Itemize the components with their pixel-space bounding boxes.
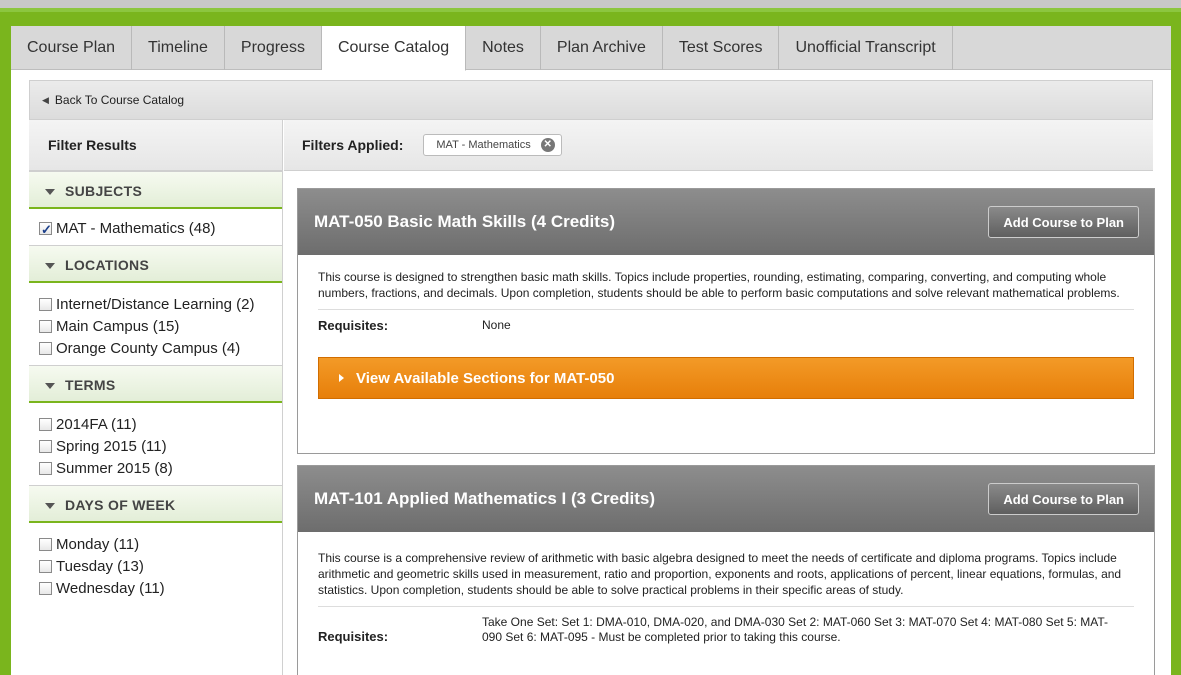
filter-option-label: Main Campus (15)	[56, 318, 180, 335]
checkbox-checked[interactable]	[39, 220, 52, 240]
terms-options: 2014FA (11) Spring 2015 (11) Summer 2015…	[29, 403, 282, 485]
filter-option[interactable]: Monday (11)	[39, 535, 282, 555]
requisites-row: Requisites: Take One Set: Set 1: DMA-010…	[318, 606, 1134, 645]
filter-option[interactable]: Orange County Campus (4)	[39, 339, 282, 359]
checkbox[interactable]	[39, 582, 52, 595]
back-arrow-icon: ◀	[42, 94, 49, 105]
back-bar: ◀ Back To Course Catalog	[29, 80, 1153, 120]
chip-label: MAT - Mathematics	[436, 139, 531, 151]
filter-section-locations[interactable]: LOCATIONS	[29, 245, 282, 283]
tab-course-plan[interactable]: Course Plan	[11, 26, 133, 70]
add-course-to-plan-button[interactable]: Add Course to Plan	[988, 483, 1139, 515]
collapse-triangle-icon	[45, 503, 55, 510]
top-accent-line	[0, 8, 1181, 12]
collapse-triangle-icon	[45, 383, 55, 390]
course-header: MAT-101 Applied Mathematics I (3 Credits…	[298, 466, 1154, 532]
add-course-to-plan-button[interactable]: Add Course to Plan	[988, 206, 1139, 238]
filter-option-label: Internet/Distance Learning (2)	[56, 296, 255, 313]
collapse-triangle-icon	[45, 263, 55, 270]
expand-triangle-icon	[339, 374, 344, 382]
filter-section-days[interactable]: DAYS OF WEEK	[29, 485, 282, 523]
back-to-catalog-link[interactable]: Back To Course Catalog	[55, 93, 184, 107]
filter-option-label: Orange County Campus (4)	[56, 340, 241, 357]
checkbox[interactable]	[39, 298, 52, 311]
filter-option[interactable]: Wednesday (11)	[39, 579, 282, 599]
checkbox[interactable]	[39, 320, 52, 333]
requisites-label: Requisites:	[318, 318, 389, 333]
filter-option[interactable]: Spring 2015 (11)	[39, 437, 282, 457]
filter-section-subjects[interactable]: SUBJECTS	[29, 171, 282, 209]
filter-option-label: Summer 2015 (8)	[56, 460, 173, 477]
course-card-mat-050: MAT-050 Basic Math Skills (4 Credits) Ad…	[297, 188, 1155, 454]
filter-option-label: Wednesday (11)	[56, 580, 165, 597]
days-options: Monday (11) Tuesday (13) Wednesday (11)	[29, 523, 282, 605]
checkbox[interactable]	[39, 440, 52, 453]
tab-test-scores[interactable]: Test Scores	[663, 26, 780, 70]
requisites-row: Requisites: None	[318, 309, 1134, 333]
filter-option-label: 2014FA (11)	[56, 416, 137, 433]
filter-column: Filter Results SUBJECTS MAT - Mathematic…	[29, 120, 283, 675]
days-title: DAYS OF WEEK	[65, 497, 176, 513]
filter-option[interactable]: MAT - Mathematics (48)	[39, 219, 282, 240]
checkbox[interactable]	[39, 418, 52, 431]
filter-option-label: Monday (11)	[56, 536, 140, 553]
requisites-label: Requisites:	[318, 629, 389, 644]
course-title: MAT-050 Basic Math Skills (4 Credits)	[314, 212, 616, 231]
filter-section-terms[interactable]: TERMS	[29, 365, 282, 403]
course-body: This course is a comprehensive review of…	[298, 532, 1154, 645]
checkbox[interactable]	[39, 538, 52, 551]
filters-applied-bar: Filters Applied: MAT - Mathematics ✕	[284, 120, 1153, 171]
filter-option[interactable]: Summer 2015 (8)	[39, 459, 282, 479]
subjects-title: SUBJECTS	[65, 183, 143, 199]
locations-title: LOCATIONS	[65, 257, 150, 273]
course-description: This course is designed to strengthen ba…	[318, 270, 1120, 300]
filter-option[interactable]: Main Campus (15)	[39, 317, 282, 337]
locations-options: Internet/Distance Learning (2) Main Camp…	[29, 283, 282, 365]
tab-bar: Course Plan Timeline Progress Course Cat…	[11, 26, 1171, 71]
remove-filter-icon[interactable]: ✕	[540, 138, 555, 152]
collapse-triangle-icon	[45, 189, 55, 196]
subjects-options: MAT - Mathematics (48)	[29, 209, 282, 245]
course-description: This course is a comprehensive review of…	[318, 551, 1122, 597]
applied-filter-chip[interactable]: MAT - Mathematics ✕	[423, 134, 562, 156]
checkbox[interactable]	[39, 342, 52, 355]
course-title: MAT-101 Applied Mathematics I (3 Credits…	[314, 489, 656, 508]
checkbox[interactable]	[39, 462, 52, 475]
filter-option-label: MAT - Mathematics (48)	[56, 220, 216, 237]
filter-option[interactable]: Internet/Distance Learning (2)	[39, 295, 282, 315]
tab-notes[interactable]: Notes	[466, 26, 541, 70]
view-sections-label: View Available Sections for MAT-050	[356, 369, 615, 387]
view-sections-button[interactable]: View Available Sections for MAT-050	[318, 357, 1134, 399]
tab-progress[interactable]: Progress	[225, 26, 322, 70]
filter-option-label: Tuesday (13)	[56, 558, 144, 575]
filters-applied-label: Filters Applied:	[302, 137, 404, 153]
requisites-value: Take One Set: Set 1: DMA-010, DMA-020, a…	[482, 615, 1109, 644]
tab-plan-archive[interactable]: Plan Archive	[541, 26, 663, 70]
terms-title: TERMS	[65, 377, 116, 393]
course-body: This course is designed to strengthen ba…	[298, 255, 1154, 399]
tab-timeline[interactable]: Timeline	[132, 26, 225, 70]
filter-option[interactable]: Tuesday (13)	[39, 557, 282, 577]
tab-unofficial-transcript[interactable]: Unofficial Transcript	[779, 26, 953, 70]
course-header: MAT-050 Basic Math Skills (4 Credits) Ad…	[298, 189, 1154, 255]
filter-option[interactable]: 2014FA (11)	[39, 415, 282, 435]
filter-option-label: Spring 2015 (11)	[56, 438, 167, 455]
tab-course-catalog[interactable]: Course Catalog	[321, 26, 467, 71]
checkbox[interactable]	[39, 560, 52, 573]
requisites-value: None	[482, 318, 511, 332]
course-card-mat-101: MAT-101 Applied Mathematics I (3 Credits…	[297, 465, 1155, 675]
filter-results-heading: Filter Results	[29, 120, 282, 171]
